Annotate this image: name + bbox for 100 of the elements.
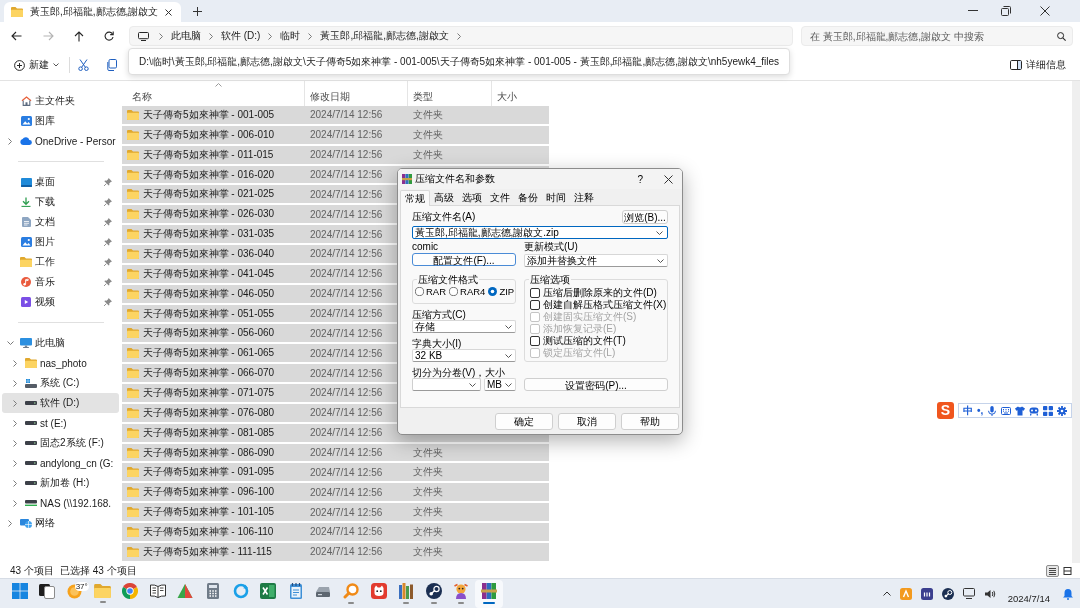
chevron-right-icon[interactable] (13, 379, 17, 387)
breadcrumb[interactable]: 临时 (276, 28, 305, 44)
file-row[interactable]: 天子傳奇5如來神掌 - 111-115 2024/7/14 12:56 文件夹 (122, 542, 549, 561)
speaker-icon[interactable] (983, 587, 996, 600)
search-field[interactable]: 在 黃玉郎,邱福龍,鄺志德,謝啟文 中搜索 (801, 26, 1073, 46)
grid-icon[interactable] (1043, 405, 1054, 416)
details-button[interactable]: 详细信息 (1006, 54, 1070, 76)
address-bar[interactable]: 此电脑 软件 (D:) 临时 黃玉郎,邱福龍,鄺志德,謝啟文 (129, 26, 793, 46)
sidebar-item[interactable]: OneDrive - Persor (2, 131, 119, 151)
chevron-right-icon[interactable] (8, 137, 12, 145)
sidebar-item[interactable]: st (E:) (2, 413, 119, 433)
chevron-up-icon[interactable] (882, 591, 891, 596)
dialog-tab[interactable]: 高级 (430, 191, 458, 205)
punctuation-toggle[interactable]: •, (977, 405, 984, 416)
chevron-down-icon[interactable] (656, 230, 663, 235)
sidebar-item[interactable]: nas_photo (2, 353, 119, 373)
sidebar-item[interactable]: 下载 (2, 192, 119, 212)
chevron-right-icon[interactable] (13, 359, 17, 367)
close-icon[interactable] (1040, 6, 1050, 16)
close-icon[interactable] (664, 174, 673, 184)
help-button[interactable]: 帮助 (621, 413, 679, 430)
chevron-down-icon[interactable] (657, 258, 664, 263)
chevron-down-icon[interactable] (6, 341, 14, 345)
gamepad-icon[interactable] (1029, 405, 1040, 416)
details-view-icon[interactable] (1046, 564, 1059, 577)
sidebar-item[interactable]: 图片 (2, 232, 119, 252)
dialog-tab[interactable]: 文件 (486, 191, 514, 205)
sidebar-item[interactable]: 视频 (2, 292, 119, 312)
breadcrumb[interactable]: 黃玉郎,邱福龍,鄺志德,謝啟文 (316, 28, 453, 44)
chevron-right-icon[interactable] (13, 459, 17, 467)
column-header[interactable]: 大小 (492, 81, 549, 106)
app-tile-icon[interactable] (920, 587, 933, 600)
disc-icon[interactable] (941, 587, 954, 600)
sidebar-item[interactable]: 网络 (2, 513, 119, 533)
taskbar-button[interactable] (475, 579, 503, 608)
dropdown[interactable]: 存储 (412, 320, 516, 333)
language-toggle[interactable]: 中 (963, 405, 973, 416)
combo-box[interactable]: 黃玉郎,邱福龍,鄺志德,謝啟文.zip (412, 226, 668, 239)
chevron-right-icon[interactable] (13, 499, 17, 507)
profiles-button[interactable]: 配置文件(F)... (412, 253, 516, 266)
keyboard-icon[interactable] (1001, 405, 1012, 416)
chevron-right-icon[interactable] (13, 419, 17, 427)
chevron-down-icon[interactable] (505, 382, 512, 387)
file-row[interactable]: 天子傳奇5如來神掌 - 101-105 2024/7/14 12:56 文件夹 (122, 503, 549, 522)
browse-button[interactable]: 浏览(B)... (622, 210, 668, 224)
radio-option[interactable]: ZIP (488, 286, 515, 297)
refresh-icon[interactable] (104, 31, 114, 41)
sidebar-item[interactable]: NAS (\\192.168. (2, 493, 119, 513)
dialog-tab[interactable]: 选项 (458, 191, 486, 205)
chevron-down-icon[interactable] (505, 353, 512, 358)
tiles-view-icon[interactable] (1061, 564, 1074, 577)
weather-button[interactable]: 37° (61, 579, 89, 608)
breadcrumb[interactable]: 软件 (D:) (217, 28, 265, 44)
display-icon[interactable] (962, 588, 975, 599)
chevron-right-icon[interactable] (13, 479, 17, 487)
file-row[interactable]: 天子傳奇5如來神掌 - 011-015 2024/7/14 12:56 文件夹 (122, 145, 549, 164)
chevron-down-icon[interactable] (505, 324, 512, 329)
close-icon[interactable] (165, 8, 173, 16)
window-tab[interactable]: 黃玉郎,邱福龍,鄺志德,謝啟文 (4, 2, 182, 22)
file-row[interactable]: 天子傳奇5如來神掌 - 006-010 2024/7/14 12:56 文件夹 (122, 125, 549, 144)
microphone-icon[interactable] (987, 405, 998, 416)
breadcrumb[interactable]: 此电脑 (167, 28, 205, 44)
radio-option[interactable]: RAR (415, 286, 447, 297)
restore-icon[interactable] (1001, 6, 1011, 16)
dialog-tab[interactable]: 注释 (570, 191, 598, 205)
password-button[interactable]: 设置密码(P)... (524, 378, 668, 391)
file-row[interactable]: 天子傳奇5如來神掌 - 091-095 2024/7/14 12:56 文件夹 (122, 463, 549, 482)
chevron-right-icon[interactable] (13, 399, 17, 407)
chevron-down-icon[interactable] (469, 382, 476, 387)
new-button[interactable]: 新建 (10, 54, 63, 76)
shirt-icon[interactable] (1015, 405, 1026, 416)
back-arrow-icon[interactable] (11, 31, 22, 41)
chevron-right-icon[interactable] (8, 519, 12, 527)
sidebar-item[interactable]: andylong_cn (G: (2, 453, 119, 473)
sidebar-item[interactable]: 此电脑 (2, 333, 119, 353)
copy-icon[interactable] (106, 59, 117, 71)
radio-option[interactable]: RAR4 (449, 286, 486, 297)
scrollbar-track[interactable] (1072, 81, 1080, 563)
sidebar-item[interactable]: 主文件夹 (2, 91, 119, 111)
sidebar-item[interactable]: 桌面 (2, 172, 119, 192)
dropdown[interactable]: 32 KB (412, 349, 516, 362)
scissors-icon[interactable] (78, 59, 89, 71)
settings-icon[interactable] (1057, 405, 1068, 416)
bell-icon[interactable] (1062, 587, 1074, 600)
file-row[interactable]: 天子傳奇5如來神掌 - 106-110 2024/7/14 12:56 文件夹 (122, 523, 549, 541)
file-row[interactable]: 天子傳奇5如來神掌 - 086-090 2024/7/14 12:56 文件夹 (122, 443, 549, 462)
sidebar-item[interactable]: 系统 (C:) (2, 373, 119, 393)
up-arrow-icon[interactable] (74, 30, 84, 42)
clock-date[interactable]: 2024/7/14 (1007, 593, 1050, 604)
sidebar-item[interactable]: 固态2系统 (F:) (2, 433, 119, 453)
sidebar-item[interactable]: 图库 (2, 111, 119, 131)
dropdown[interactable]: MB (484, 378, 516, 391)
sidebar-item[interactable]: 软件 (D:) (2, 393, 119, 413)
chevron-right-icon[interactable] (13, 439, 17, 447)
sidebar-item[interactable]: 文档 (2, 212, 119, 232)
cancel-button[interactable]: 取消 (558, 413, 616, 430)
dropdown[interactable]: 添加并替换文件 (524, 254, 668, 267)
file-row[interactable]: 天子傳奇5如來神掌 - 096-100 2024/7/14 12:56 文件夹 (122, 483, 549, 502)
ok-button[interactable]: 确定 (495, 413, 553, 430)
app-tile-icon[interactable] (899, 587, 912, 600)
